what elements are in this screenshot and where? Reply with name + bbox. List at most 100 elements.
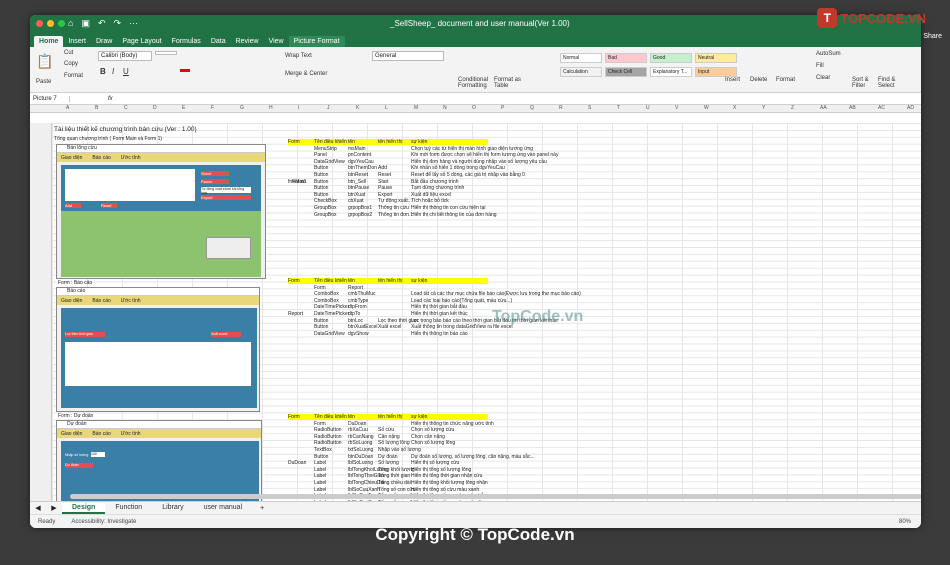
fx-icon[interactable]: fx — [70, 96, 113, 102]
column-header[interactable]: V — [675, 105, 678, 111]
window-controls[interactable] — [36, 20, 65, 27]
table-cell[interactable]: Load các loại báo cáo(Tổng quát, màu cừu… — [411, 298, 512, 304]
column-header[interactable]: L — [385, 105, 388, 111]
sheet-tab-user-manual[interactable]: user manual — [194, 503, 253, 514]
form1-cell[interactable]: Form1 — [292, 179, 306, 185]
column-header[interactable]: P — [501, 105, 504, 111]
table-cell[interactable]: GroupBox — [314, 205, 337, 211]
table-cell[interactable]: Số lượng lông — [378, 440, 410, 446]
column-header[interactable]: J — [327, 105, 330, 111]
number-format-select[interactable]: General — [372, 51, 444, 61]
table-cell[interactable]: ComboBox — [314, 291, 339, 297]
table-cell[interactable]: Tạm dừng chương trình — [411, 185, 464, 191]
table-cell[interactable]: Xuất excel — [378, 324, 401, 330]
table-cell[interactable]: txtSoLuong — [348, 447, 373, 453]
table-cell[interactable]: lblSoLuong — [348, 460, 373, 466]
table-cell[interactable]: Button — [314, 318, 328, 324]
table-cell[interactable]: Button — [314, 185, 328, 191]
table-cell[interactable]: Button — [314, 165, 328, 171]
table-cell[interactable]: lblSoCuuXanh — [348, 487, 380, 493]
table-cell[interactable]: Button — [314, 179, 328, 185]
table-cell[interactable]: Hiển thị thông tin con cừu hiện tại — [411, 205, 486, 211]
table-cell[interactable]: Hiển thị đơn hàng và người dùng nhập vào… — [411, 159, 547, 165]
sheet-tab-function[interactable]: Function — [105, 503, 152, 514]
table-cell[interactable]: Start — [378, 179, 389, 185]
table-cell[interactable]: RadioButton — [314, 427, 342, 433]
table-cell[interactable]: RadioButton — [314, 440, 342, 446]
table-cell[interactable]: Xuất dữ liệu excel — [411, 192, 451, 198]
column-header[interactable]: F — [211, 105, 214, 111]
table-cell[interactable]: Button — [314, 324, 328, 330]
table-cell[interactable]: Label — [314, 487, 326, 493]
font-size-select[interactable] — [155, 51, 177, 55]
table-cell[interactable]: Hiển thị tổng số lượng lông — [411, 467, 471, 473]
tab-data[interactable]: Data — [206, 36, 231, 47]
table-cell[interactable]: RadioButton — [314, 434, 342, 440]
table-cell[interactable]: Chọn cân nặng — [411, 434, 445, 440]
column-header[interactable]: H — [269, 105, 273, 111]
table-cell[interactable]: dtpTo — [348, 311, 360, 317]
more-icon[interactable]: ··· — [129, 18, 138, 29]
table-cell[interactable]: Hiển thị thời gian bắt đầu — [411, 304, 467, 310]
table-cell[interactable]: Add — [378, 165, 387, 171]
table-cell[interactable]: btnDuDoan — [348, 454, 373, 460]
table-cell[interactable]: Cân nặng — [378, 434, 400, 440]
table-cell[interactable]: Số cừu — [378, 427, 394, 433]
table-cell[interactable]: Label — [314, 473, 326, 479]
status-accessibility[interactable]: Accessibility: Investigate — [55, 519, 136, 525]
table-cell[interactable]: Tổng số con cừu — [378, 487, 416, 493]
table-cell[interactable]: Số lượng — [378, 460, 399, 466]
tab-review[interactable]: Review — [231, 36, 264, 47]
table-cell[interactable]: rbXaCuu — [348, 427, 368, 433]
table-cell[interactable]: Nhập vào số lượng — [378, 447, 421, 453]
table-cell[interactable]: Tích hoặc bỏ tick — [411, 198, 449, 204]
column-header[interactable]: K — [356, 105, 359, 111]
table-cell[interactable]: Bắt đầu chương trình — [411, 179, 459, 185]
tab-view[interactable]: View — [264, 36, 289, 47]
sort-filter-button[interactable]: Sort & Filter — [852, 77, 874, 89]
table-cell[interactable]: btnLoc — [348, 318, 363, 324]
clear-button[interactable]: Clear — [816, 75, 830, 81]
table-cell[interactable]: Hiển thị thông tin chức năng ước tính — [411, 421, 494, 427]
table-cell[interactable]: Reset — [378, 172, 391, 178]
table-cell[interactable]: DataGridView — [314, 159, 345, 165]
minimize-icon[interactable] — [47, 20, 54, 27]
column-header[interactable]: D — [153, 105, 157, 111]
prev-sheet-icon[interactable]: ◀ — [30, 504, 46, 512]
sheet-tab-design[interactable]: Design — [62, 502, 106, 514]
table-cell[interactable]: Hiển thị tổng thời gian nhận cừu — [411, 473, 482, 479]
tab-formulas[interactable]: Formulas — [167, 36, 206, 47]
table-cell[interactable]: DuDoan — [348, 421, 366, 427]
table-cell[interactable]: btnReset — [348, 172, 368, 178]
table-cell[interactable]: Hiển thị thời gian kết thúc — [411, 311, 468, 317]
table-cell[interactable]: Load tất cả các thư mục chứa file báo cá… — [411, 291, 581, 297]
table-cell[interactable]: Button — [314, 192, 328, 198]
table-cell[interactable]: Thông tin cừu — [378, 205, 409, 211]
cell-style-0[interactable]: Normal — [560, 53, 602, 63]
cell-style-5[interactable]: Check Cell — [605, 67, 647, 77]
table-cell[interactable]: btnXuat — [348, 192, 365, 198]
font-select[interactable]: Calibri (Body) — [98, 51, 152, 61]
column-header[interactable]: W — [704, 105, 709, 111]
table-cell[interactable]: Khi nhấn số hiển 1 dòng trong dgvYeuCau — [411, 165, 505, 171]
column-header[interactable]: AB — [849, 105, 856, 111]
table-cell[interactable]: Thông tin đơn... — [378, 212, 413, 218]
cell-style-6[interactable]: Explanatory T... — [650, 67, 692, 77]
table-cell[interactable]: Form — [314, 285, 326, 291]
cell-style-2[interactable]: Good — [650, 53, 692, 63]
form-name-cell[interactable]: Report — [288, 311, 303, 317]
insert-button[interactable]: Insert — [725, 77, 740, 83]
copy-button[interactable]: Copy — [64, 61, 78, 67]
column-header[interactable]: M — [414, 105, 418, 111]
table-cell[interactable]: Dự đoán số lượng, số lượng lông, cân nặn… — [411, 454, 535, 460]
table-cell[interactable]: dtpFrom — [348, 304, 367, 310]
table-cell[interactable]: dgvShow — [348, 331, 369, 337]
conditional-formatting-button[interactable]: Conditional Formatting — [458, 77, 492, 89]
column-header[interactable]: S — [588, 105, 591, 111]
tab-page-layout[interactable]: Page Layout — [117, 36, 166, 47]
table-cell[interactable]: Hiển thị tổng khối lượng lông nhận — [411, 480, 488, 486]
table-cell[interactable]: msMain — [348, 146, 366, 152]
tab-home[interactable]: Home — [34, 36, 64, 47]
italic-button[interactable]: I — [112, 67, 114, 76]
table-cell[interactable]: Dự đoán — [378, 454, 397, 460]
